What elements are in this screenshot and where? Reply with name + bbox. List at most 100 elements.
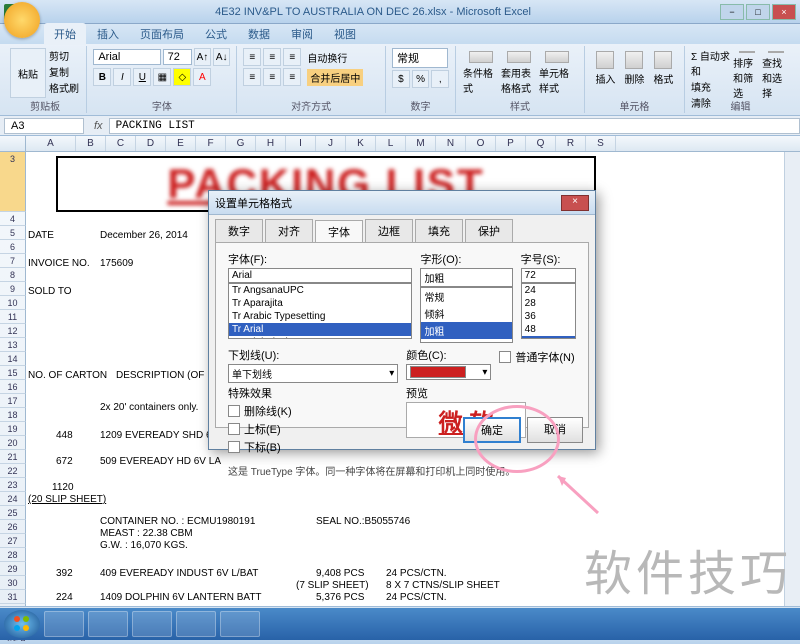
grow-font-button[interactable]: A↑ — [194, 48, 211, 66]
delete-cells-button[interactable]: 删除 — [620, 48, 649, 96]
cut-button[interactable]: 剪切 — [49, 48, 79, 63]
fill-color-button[interactable]: ◇ — [173, 68, 191, 86]
dialog-tab-protect[interactable]: 保护 — [465, 219, 513, 242]
row-header[interactable]: 12 — [0, 324, 26, 338]
row-header[interactable]: 16 — [0, 380, 26, 394]
row-header[interactable]: 27 — [0, 534, 26, 548]
taskbar-app-icon[interactable] — [176, 611, 216, 637]
row-header[interactable]: 11 — [0, 310, 26, 324]
superscript-checkbox[interactable] — [228, 423, 240, 435]
dialog-tab-font[interactable]: 字体 — [315, 220, 363, 243]
shrink-font-button[interactable]: A↓ — [213, 48, 230, 66]
taskbar-ie-icon[interactable] — [44, 611, 84, 637]
cell[interactable]: DATE — [28, 230, 54, 241]
col-header[interactable]: H — [256, 136, 286, 151]
row-header[interactable]: 17 — [0, 394, 26, 408]
row-header[interactable]: 22 — [0, 464, 26, 478]
col-header[interactable]: S — [586, 136, 616, 151]
strikethrough-checkbox[interactable] — [228, 405, 240, 417]
tab-data[interactable]: 数据 — [238, 23, 280, 45]
row-header[interactable]: 7 — [0, 254, 26, 268]
row-header[interactable]: 4 — [0, 212, 26, 226]
col-header[interactable]: I — [286, 136, 316, 151]
percent-button[interactable]: % — [412, 70, 430, 88]
cell[interactable]: 509 EVEREADY HD 6V LA — [100, 456, 221, 467]
style-listbox[interactable]: 常规 倾斜 加粗 加粗 倾斜 — [420, 287, 512, 343]
col-header[interactable]: F — [196, 136, 226, 151]
style-input[interactable]: 加粗 — [420, 268, 512, 287]
dialog-tab-align[interactable]: 对齐 — [265, 219, 313, 242]
align-left-button[interactable]: ≡ — [243, 68, 261, 86]
font-size-combo[interactable]: 72 — [163, 49, 192, 65]
tab-review[interactable]: 审阅 — [281, 23, 323, 45]
taskbar-explorer-icon[interactable] — [88, 611, 128, 637]
cell[interactable]: G.W. : 16,070 KGS. — [100, 540, 188, 551]
conditional-format-button[interactable]: 条件格式 — [462, 48, 500, 96]
cell[interactable]: 1209 EVEREADY SHD 6V — [100, 430, 218, 441]
row-header[interactable]: 9 — [0, 282, 26, 296]
col-header[interactable]: O — [466, 136, 496, 151]
sort-filter-button[interactable]: 排序和筛选 — [732, 48, 761, 96]
align-center-button[interactable]: ≡ — [263, 68, 281, 86]
col-header[interactable]: P — [496, 136, 526, 151]
normal-font-checkbox[interactable] — [499, 351, 511, 363]
tab-insert[interactable]: 插入 — [87, 23, 129, 45]
minimize-button[interactable]: − — [720, 4, 744, 20]
dialog-close-button[interactable]: × — [561, 195, 589, 211]
name-box[interactable]: A3 — [4, 118, 84, 134]
format-table-button[interactable]: 套用表格格式 — [500, 48, 538, 96]
row-header[interactable]: 26 — [0, 520, 26, 534]
format-painter-button[interactable]: 格式刷 — [49, 80, 79, 95]
col-header[interactable]: K — [346, 136, 376, 151]
comma-button[interactable]: , — [431, 70, 449, 88]
row-header[interactable]: 28 — [0, 548, 26, 562]
row-header[interactable]: 5 — [0, 226, 26, 240]
row-header[interactable]: 8 — [0, 268, 26, 282]
taskbar-excel-icon[interactable] — [132, 611, 172, 637]
row-header[interactable]: 25 — [0, 506, 26, 520]
underline-button[interactable]: U — [133, 68, 151, 86]
start-button[interactable] — [4, 610, 40, 638]
cell[interactable]: 24 PCS/CTN. — [386, 592, 447, 603]
row-header[interactable]: 14 — [0, 352, 26, 366]
row-header[interactable]: 3 — [0, 152, 26, 212]
insert-cells-button[interactable]: 插入 — [591, 48, 620, 96]
close-button[interactable]: × — [772, 4, 796, 20]
format-cells-button[interactable]: 格式 — [649, 48, 678, 96]
cell[interactable]: 409 EVEREADY INDUST 6V L/BAT — [100, 568, 258, 579]
italic-button[interactable]: I — [113, 68, 131, 86]
select-all-corner[interactable] — [0, 136, 26, 151]
cell[interactable]: 8 X 7 CTNS/SLIP SHEET — [386, 580, 500, 591]
cell[interactable]: 392 — [56, 568, 73, 579]
cell[interactable]: CONTAINER NO. : ECMU1980191 — [100, 516, 255, 527]
merge-center-button[interactable]: 合并后居中 — [307, 69, 363, 86]
row-header[interactable]: 32 — [0, 604, 26, 606]
number-format-combo[interactable]: 常规 — [392, 48, 448, 68]
currency-button[interactable]: $ — [392, 70, 410, 88]
font-name-combo[interactable]: Arial — [93, 49, 160, 65]
dialog-tab-fill[interactable]: 填充 — [415, 219, 463, 242]
wrap-text-button[interactable]: 自动换行 — [307, 50, 347, 65]
cell[interactable]: (20 SLIP SHEET) — [28, 494, 106, 505]
cell[interactable]: 9,408 PCS — [316, 568, 364, 579]
row-header[interactable]: 6 — [0, 240, 26, 254]
row-header[interactable]: 20 — [0, 436, 26, 450]
col-header[interactable]: C — [106, 136, 136, 151]
col-header[interactable]: Q — [526, 136, 556, 151]
cell[interactable]: 224 — [56, 592, 73, 603]
col-header[interactable]: N — [436, 136, 466, 151]
cell[interactable]: 175609 — [100, 258, 133, 269]
cell[interactable]: 24 PCS/CTN. — [386, 568, 447, 579]
align-mid-button[interactable]: ≡ — [263, 48, 281, 66]
col-header[interactable]: R — [556, 136, 586, 151]
col-header[interactable]: G — [226, 136, 256, 151]
cell[interactable]: 1409 DOLPHIN 6V LANTERN BATT — [100, 592, 262, 603]
font-input[interactable]: Arial — [228, 268, 412, 283]
row-header[interactable]: 29 — [0, 562, 26, 576]
cell-styles-button[interactable]: 单元格样式 — [538, 48, 576, 96]
underline-combo[interactable]: 单下划线▾ — [228, 364, 398, 383]
cell[interactable]: December 26, 2014 — [100, 230, 188, 241]
cancel-button[interactable]: 取消 — [527, 417, 583, 443]
align-top-button[interactable]: ≡ — [243, 48, 261, 66]
row-header[interactable]: 24 — [0, 492, 26, 506]
